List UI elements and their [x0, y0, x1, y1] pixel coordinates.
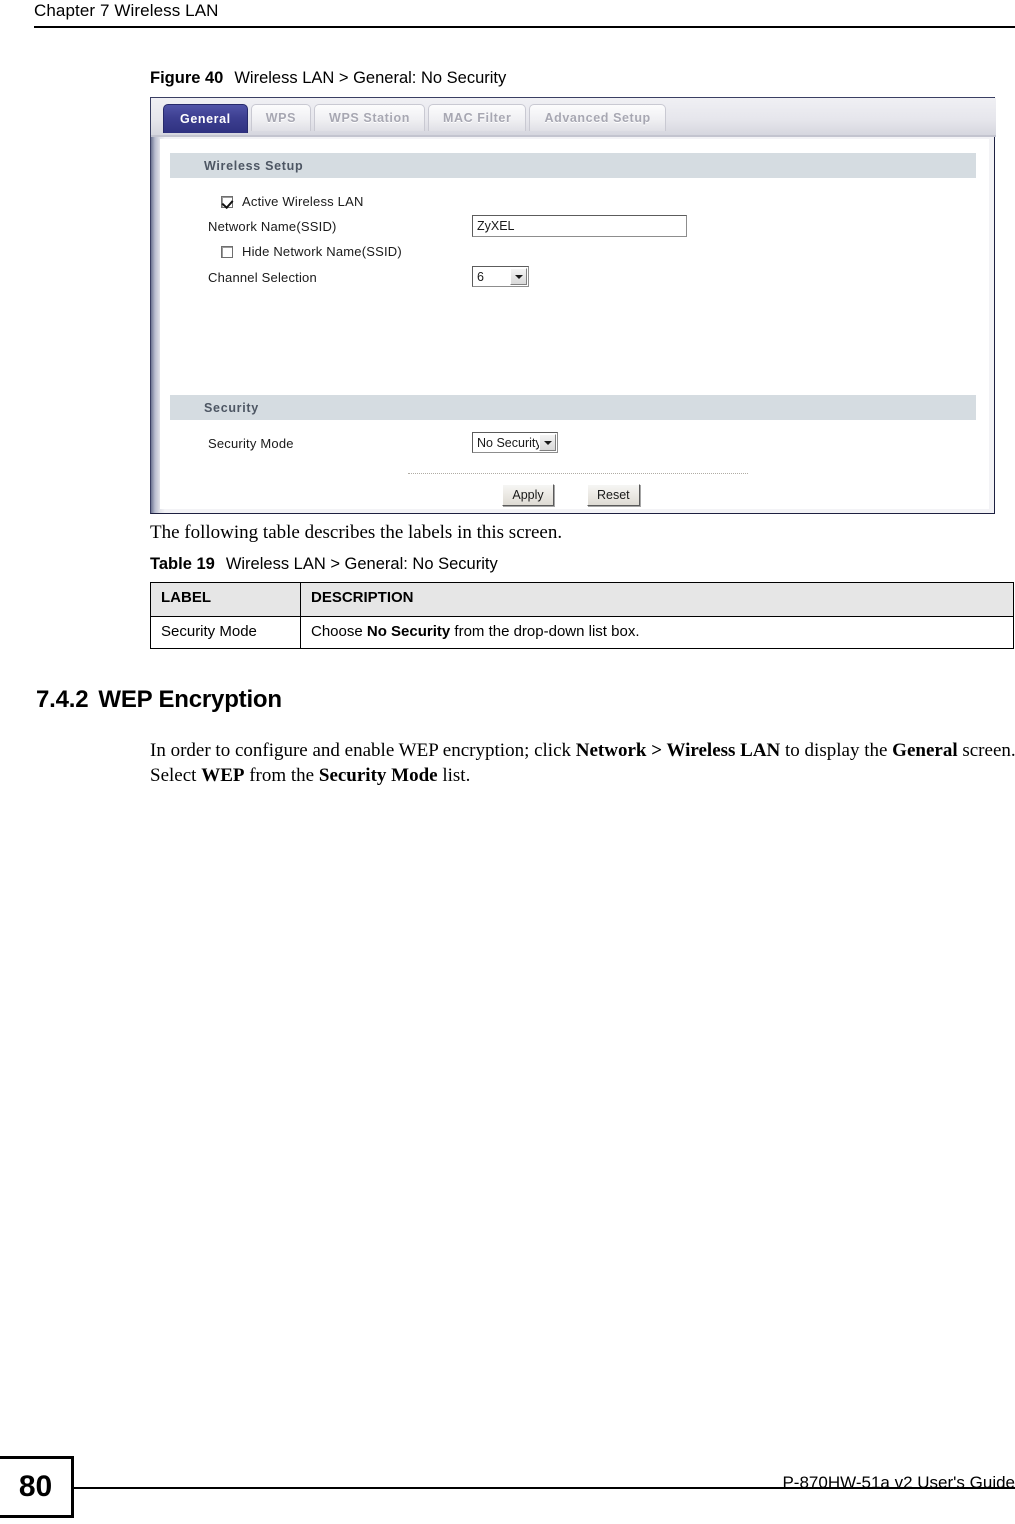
- page-number: 80: [0, 1456, 74, 1518]
- table-caption: Table 19 Wireless LAN > General: No Secur…: [150, 555, 498, 574]
- tab-wps[interactable]: WPS: [250, 104, 312, 131]
- section-title: WEP Encryption: [98, 686, 282, 713]
- reset-button[interactable]: Reset: [587, 484, 640, 506]
- para-text-2: to display the: [780, 740, 893, 761]
- label-description-table: LABEL DESCRIPTION Security Mode Choose N…: [150, 582, 1014, 649]
- tab-strip: General WPS WPS Station MAC Filter Advan…: [151, 98, 996, 137]
- table-header-row: LABEL DESCRIPTION: [150, 582, 1014, 617]
- para-text-1: In order to configure and enable WEP enc…: [150, 740, 576, 761]
- header-rule: [34, 26, 1015, 28]
- tab-advanced-setup[interactable]: Advanced Setup: [529, 104, 666, 131]
- page-running-header: Chapter 7 Wireless LAN: [0, 0, 1015, 30]
- figure-caption: Figure 40 Wireless LAN > General: No Secu…: [150, 69, 506, 88]
- section-paragraph: In order to configure and enable WEP enc…: [150, 738, 1015, 788]
- footer-guide-name: P-870HW-51a v2 User's Guide: [782, 1473, 1015, 1492]
- intro-paragraph: The following table describes the labels…: [150, 522, 563, 543]
- table-header-description: DESCRIPTION: [300, 582, 1014, 617]
- security-mode-select[interactable]: No Security: [472, 432, 558, 453]
- para-bold-security-mode: Security Mode: [318, 765, 438, 786]
- section-header-wireless-setup: Wireless Setup: [170, 153, 976, 178]
- security-mode-label: Security Mode: [208, 436, 294, 451]
- desc-text-bold: No Security: [366, 623, 451, 640]
- para-text-5: list.: [437, 765, 471, 786]
- hide-network-name-checkbox[interactable]: [221, 246, 233, 258]
- channel-selection-label: Channel Selection: [208, 270, 317, 285]
- para-text-4: from the: [244, 765, 319, 786]
- screenshot-frame: General WPS WPS Station MAC Filter Advan…: [151, 98, 996, 513]
- hide-network-name-label: Hide Network Name(SSID): [242, 244, 402, 259]
- para-bold-network-wireless-lan: Network > Wireless LAN: [575, 740, 781, 761]
- figure-screenshot: General WPS WPS Station MAC Filter Advan…: [150, 97, 996, 514]
- ui-content-area: Wireless Setup Active Wireless LAN Netwo…: [160, 139, 989, 509]
- channel-selection-value: 6: [477, 269, 484, 284]
- para-bold-general: General: [892, 740, 958, 761]
- chevron-down-icon[interactable]: [539, 434, 556, 451]
- chapter-title: Chapter 7 Wireless LAN: [34, 1, 219, 20]
- network-name-label: Network Name(SSID): [208, 219, 337, 234]
- section-number: 7.4.2: [36, 686, 89, 713]
- table-caption-label: Table 19: [150, 555, 215, 573]
- desc-text-post: from the drop-down list box.: [450, 623, 640, 640]
- section-title-security: Security: [204, 400, 259, 415]
- table-row: Security Mode Choose No Security from th…: [150, 616, 1014, 649]
- network-name-input[interactable]: ZyXEL: [472, 215, 687, 237]
- table-caption-title: Wireless LAN > General: No Security: [225, 555, 498, 573]
- desc-text-pre: Choose: [311, 623, 367, 640]
- tab-list: General WPS WPS Station MAC Filter Advan…: [163, 104, 669, 137]
- table-cell-label: Security Mode: [150, 616, 301, 649]
- figure-caption-title: Wireless LAN > General: No Security: [234, 69, 507, 87]
- section-heading: 7.4.2 WEP Encryption: [36, 686, 282, 714]
- section-title-wireless-setup: Wireless Setup: [204, 158, 304, 173]
- active-wireless-lan-checkbox[interactable]: [221, 196, 233, 208]
- apply-button[interactable]: Apply: [502, 484, 554, 506]
- form-divider: [408, 473, 748, 474]
- channel-selection-select[interactable]: 6: [472, 266, 529, 287]
- section-header-security: Security: [170, 395, 976, 420]
- table-header-label: LABEL: [150, 582, 301, 617]
- tab-general[interactable]: General: [163, 104, 248, 133]
- para-bold-wep: WEP: [201, 765, 245, 786]
- tab-wps-station[interactable]: WPS Station: [314, 104, 425, 131]
- tab-mac-filter[interactable]: MAC Filter: [427, 104, 527, 131]
- figure-caption-label: Figure 40: [150, 69, 224, 87]
- active-wireless-lan-label: Active Wireless LAN: [242, 194, 364, 209]
- chevron-down-icon[interactable]: [510, 268, 527, 285]
- table-cell-description: Choose No Security from the drop-down li…: [300, 616, 1014, 649]
- security-mode-value: No Security: [477, 435, 542, 450]
